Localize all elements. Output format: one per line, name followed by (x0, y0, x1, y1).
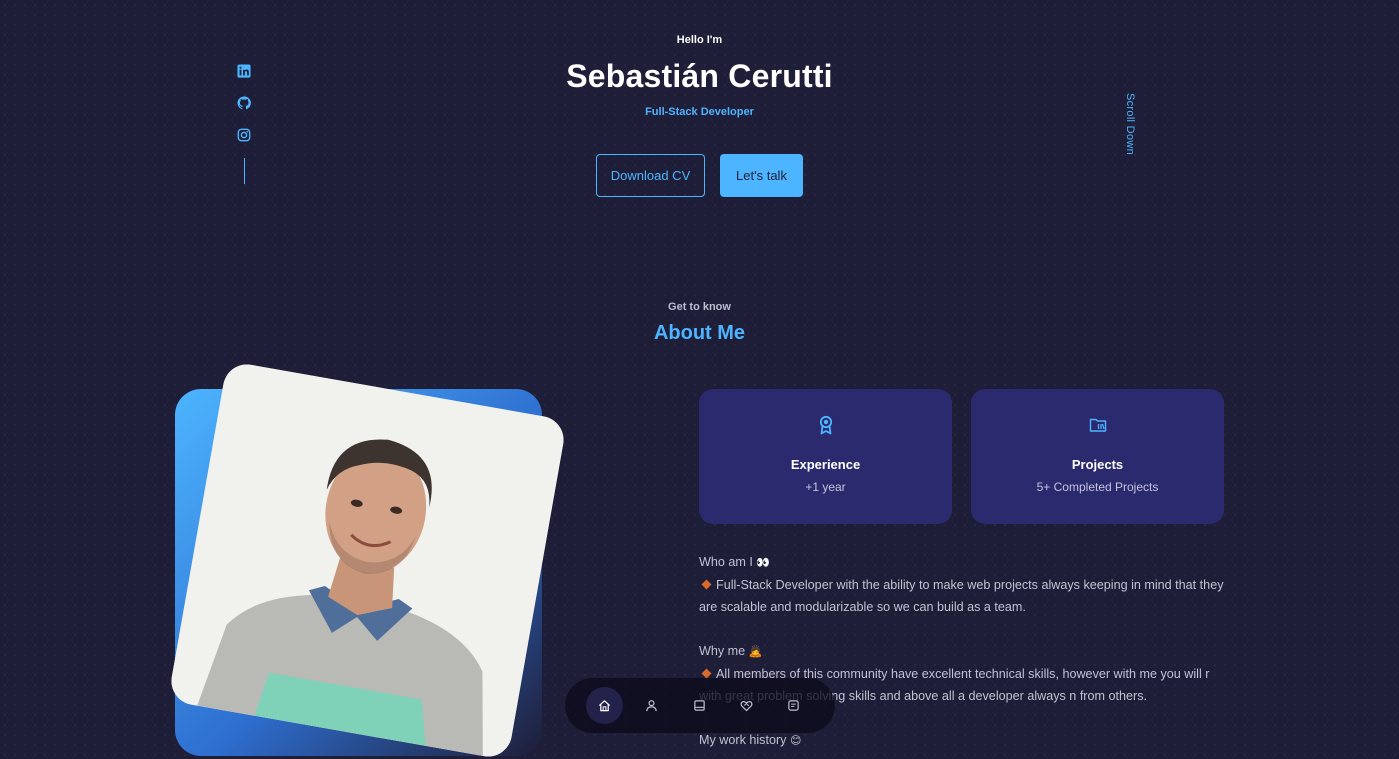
award-icon (699, 415, 952, 435)
lets-talk-button[interactable]: Let's talk (720, 154, 803, 197)
nav-user-icon[interactable] (633, 687, 670, 724)
bottom-nav (565, 678, 835, 733)
instagram-icon[interactable] (237, 128, 253, 144)
smile-emoji: 😊 (789, 734, 802, 747)
social-links (237, 64, 253, 160)
hero-name: Sebastián Cerutti (566, 58, 833, 94)
linkedin-icon[interactable] (237, 64, 253, 80)
who-am-i-heading: Who am I 👀 (699, 555, 771, 569)
about-title: About Me (653, 322, 746, 344)
experience-title: Experience (790, 457, 861, 472)
scroll-down-link[interactable]: Scroll Down (1124, 93, 1136, 155)
profile-photo (167, 360, 568, 759)
diamond-bullet-icon (701, 579, 712, 590)
nav-book-icon[interactable] (681, 687, 718, 724)
diamond-bullet-icon (701, 668, 712, 679)
projects-card: Projects 5+ Completed Projects (971, 389, 1224, 524)
hero-intro: Hello I'm (676, 34, 723, 46)
download-cv-button[interactable]: Download CV (596, 154, 705, 197)
hero-role: Full-Stack Developer (645, 106, 754, 118)
nav-message-icon[interactable] (775, 687, 812, 724)
nav-home-icon[interactable] (586, 687, 623, 724)
bowing-emoji: 🙇 (748, 645, 763, 658)
who-am-i-text: Full-Stack Developer with the ability to… (699, 578, 1224, 614)
folder-icon (971, 415, 1224, 435)
projects-value: 5+ Completed Projects (1036, 480, 1159, 494)
social-divider-line (244, 158, 245, 184)
projects-title: Projects (1071, 457, 1124, 472)
experience-card: Experience +1 year (699, 389, 952, 524)
why-me-heading: Why me 🙇 (699, 644, 763, 658)
about-subtitle: Get to know (668, 301, 731, 313)
eyes-emoji: 👀 (756, 556, 771, 569)
nav-handshake-icon[interactable] (728, 687, 765, 724)
github-icon[interactable] (237, 96, 253, 112)
experience-value: +1 year (805, 480, 846, 494)
